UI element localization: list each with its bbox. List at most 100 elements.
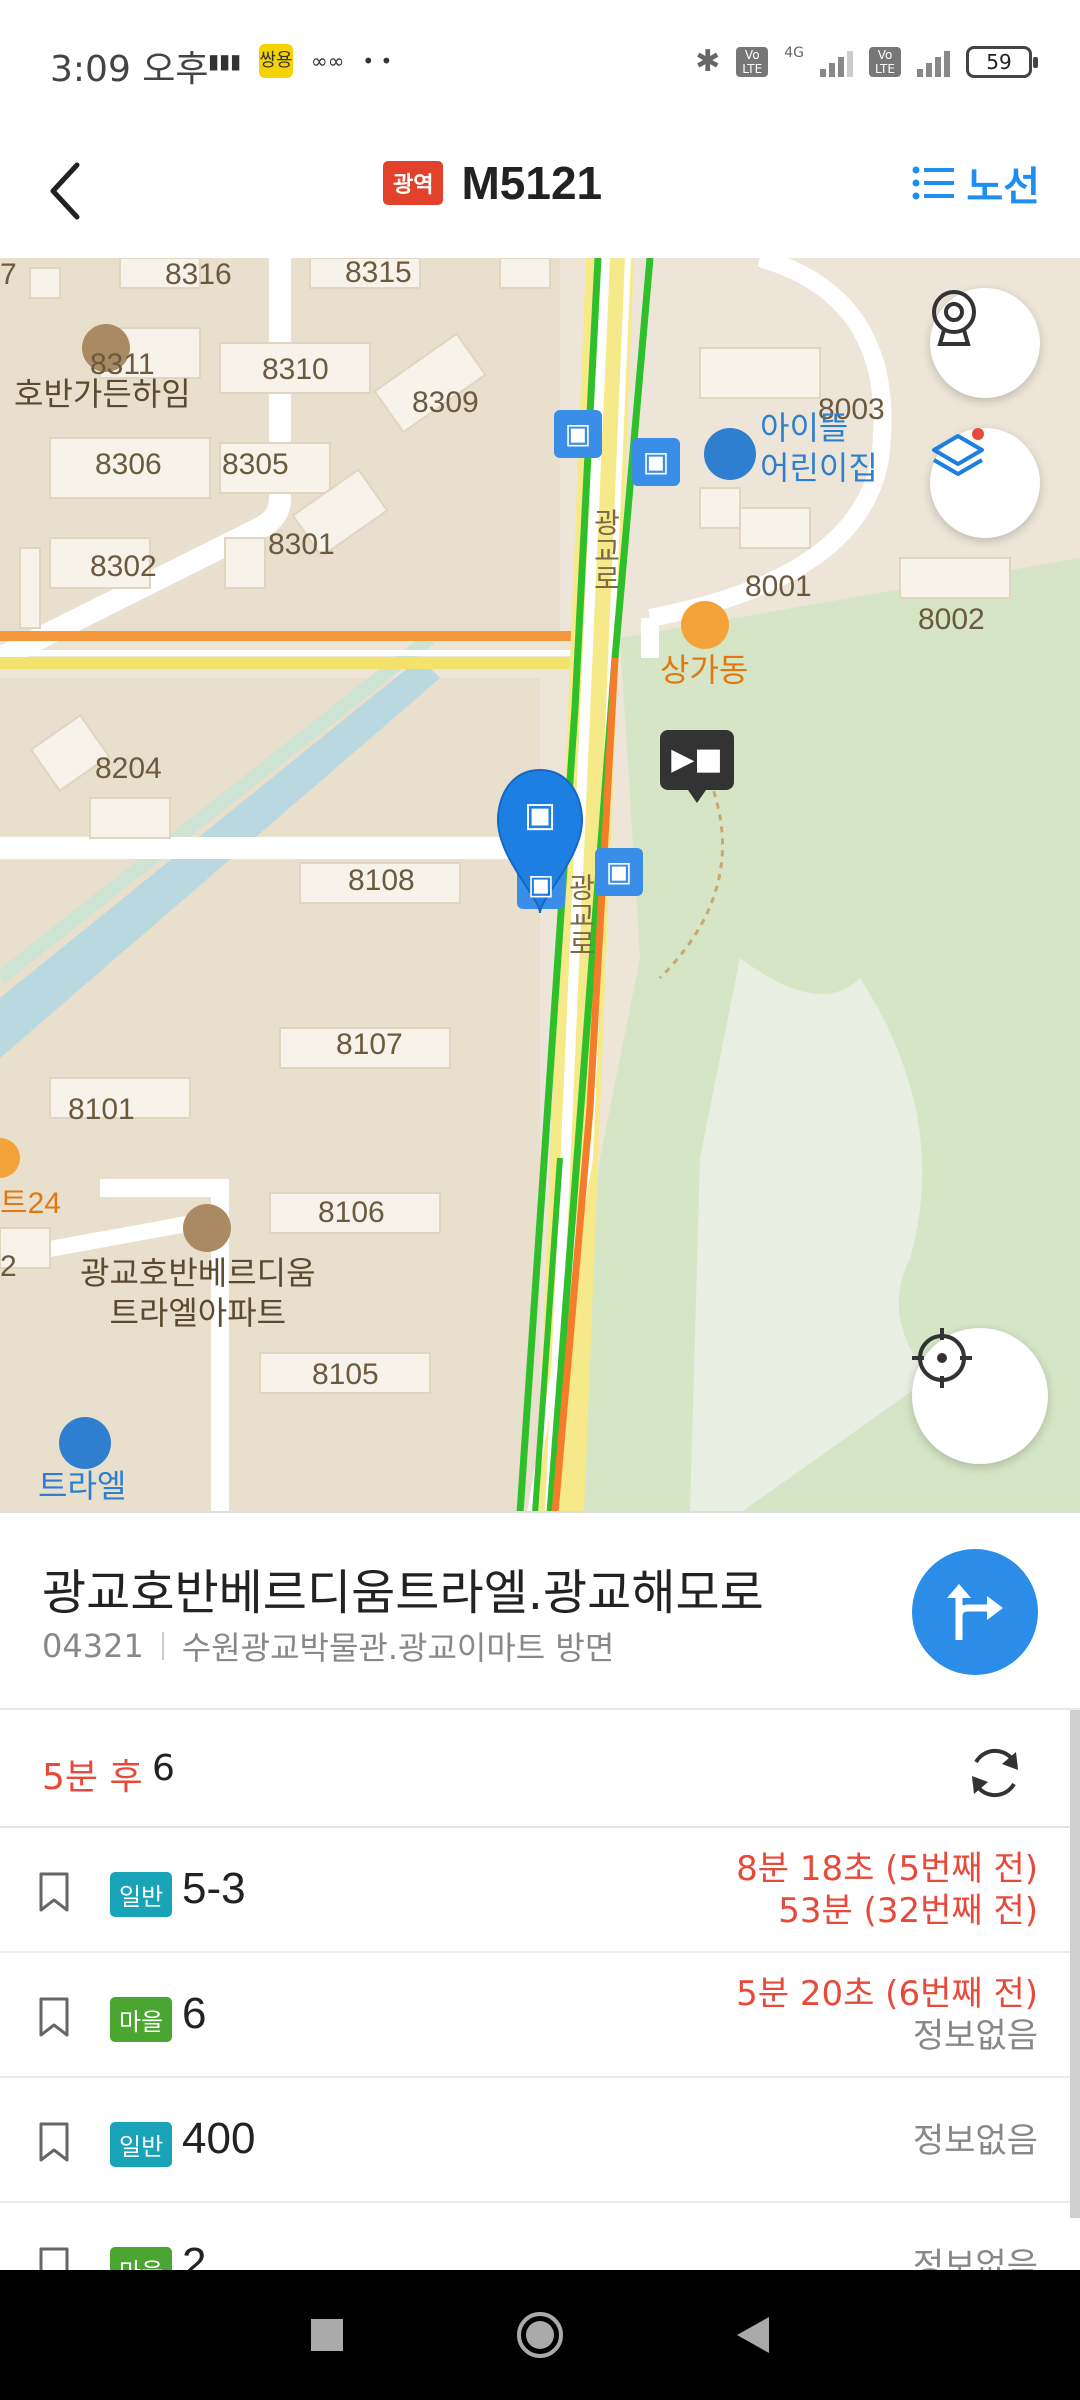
- map-building-label: 8310: [262, 353, 329, 386]
- sound-wave-icon: ▮▮▮: [208, 49, 242, 73]
- map-building-label: 8315: [345, 258, 412, 289]
- volte-icon: Vo LTE: [736, 46, 769, 77]
- route-list-button[interactable]: 노선: [912, 154, 1040, 212]
- chevron-left-icon: [50, 162, 80, 220]
- map-building-label: 8302: [90, 550, 157, 583]
- bus-row[interactable]: 일반 5-3 8분 18초 (5번째 전) 53분 (32번째 전): [0, 1828, 1080, 1953]
- selected-stop-pin-icon[interactable]: ▣: [513, 788, 567, 842]
- map-building-label: 8108: [348, 864, 415, 897]
- bookmark-icon[interactable]: [38, 1872, 70, 1912]
- app-header: 광역 M5121 노선: [0, 128, 1080, 258]
- layers-button[interactable]: [930, 428, 1040, 538]
- refresh-icon: [972, 1748, 1018, 1798]
- bus-stop-icon[interactable]: ▣: [632, 438, 680, 486]
- map-poi-apartment[interactable]: 호반가든하임: [14, 374, 191, 414]
- signal-icon-2: [917, 47, 950, 77]
- stop-info-panel: 광교호반베르디움트라엘.광교해모로 04321 수원광교박물관.광교이마트 방면: [0, 1513, 1080, 1710]
- recent-apps-button[interactable]: [309, 2317, 345, 2353]
- bookmark-icon[interactable]: [38, 2247, 70, 2270]
- carrier-app-icon: 쌍용: [259, 44, 294, 78]
- arrival-summary: 5분 후 6: [0, 1710, 1080, 1828]
- infinity-icon: ∞∞: [311, 49, 345, 73]
- map-building-label: 7: [0, 258, 17, 291]
- map-building-label: 8106: [318, 1196, 385, 1229]
- bus-number: 2: [182, 2239, 207, 2270]
- bus-stop-icon[interactable]: ▣: [595, 848, 643, 896]
- map-building-label: 8316: [165, 258, 232, 291]
- road-name-label-2: 광교로: [565, 873, 596, 957]
- directions-button[interactable]: [912, 1549, 1038, 1675]
- back-nav-button[interactable]: [735, 2315, 771, 2355]
- bus-type-badge: 일반: [110, 1872, 173, 1917]
- battery-indicator: 59: [966, 45, 1038, 78]
- map-building-label: 8301: [268, 528, 335, 561]
- bus-type-badge: 마을: [110, 1997, 173, 2042]
- back-button[interactable]: [30, 156, 100, 226]
- arrival-first: 정보없음: [912, 2246, 1038, 2270]
- road-name-label: 광교로: [590, 508, 621, 592]
- map-building-label: 8101: [68, 1093, 135, 1126]
- bus-stop-icon[interactable]: ▣: [517, 861, 565, 909]
- crosshair-icon: [912, 1328, 972, 1388]
- street-view-icon: [932, 290, 976, 346]
- map-building-label: 8105: [312, 1358, 379, 1391]
- bus-row[interactable]: 마을 2 정보없음: [0, 2203, 1080, 2270]
- stop-meta: 04321 수원광교박물관.광교이마트 방면: [42, 1623, 614, 1669]
- my-location-button[interactable]: [912, 1328, 1048, 1464]
- map-view[interactable]: 7 8316 8315 8311 8310 8309 8306 8305 830…: [0, 258, 1080, 1513]
- cctv-icon[interactable]: ▶■: [660, 730, 734, 790]
- bookmark-icon[interactable]: [38, 2122, 70, 2162]
- map-poi-bottom[interactable]: 트라엘: [38, 1466, 126, 1506]
- bus-row[interactable]: 일반 400 정보없음: [0, 2078, 1080, 2203]
- arrival-times: 8분 18초 (5번째 전) 53분 (32번째 전): [736, 1848, 1038, 1932]
- scrollbar[interactable]: [1070, 1710, 1080, 2218]
- home-button[interactable]: [515, 2310, 565, 2360]
- map-building-label: 8309: [412, 386, 479, 419]
- system-icons: ✱ Vo LTE 4G Vo LTE 59: [695, 44, 1038, 79]
- bus-number: 6: [182, 1989, 207, 2038]
- map-building-label: 8306: [95, 448, 162, 481]
- network-type: 4G: [784, 44, 804, 61]
- map-building-label: 8107: [336, 1028, 403, 1061]
- stop-direction: 수원광교박물관.광교이마트 방면: [181, 1629, 615, 1667]
- arrival-times: 5분 20초 (6번째 전) 정보없음: [736, 1973, 1038, 2057]
- map-poi-apartment-2[interactable]: 광교호반베르디움 트라엘아파트: [80, 1253, 316, 1333]
- notification-icons: ▮▮▮ 쌍용 ∞∞ • •: [208, 44, 392, 78]
- arrival-first: 5분 20초 (6번째 전): [736, 1974, 1038, 2014]
- volte-icon-2: Vo LTE: [869, 46, 901, 77]
- list-icon: [912, 166, 955, 200]
- directions-arrow-icon: [947, 1584, 1003, 1640]
- map-building-label: 8204: [95, 752, 162, 785]
- map-building-label: 8002: [918, 603, 985, 636]
- stop-id: 04321: [42, 1627, 144, 1665]
- bus-type-badge: 마을: [110, 2247, 173, 2270]
- street-view-button[interactable]: [930, 288, 1040, 398]
- stop-name: 광교호반베르디움트라엘.광교해모로: [42, 1565, 764, 1621]
- bus-type-badge: 일반: [110, 2122, 173, 2167]
- more-dots-icon: • •: [362, 49, 393, 73]
- route-name: M5121: [461, 157, 603, 209]
- arrival-second: 정보없음: [912, 2016, 1038, 2056]
- bookmark-icon[interactable]: [38, 1997, 70, 2037]
- map-building-label: 8305: [222, 448, 289, 481]
- map-building-label: 2: [0, 1250, 17, 1283]
- summary-route: 6: [152, 1748, 175, 1789]
- arrival-first: 8분 18초 (5번째 전): [736, 1849, 1038, 1889]
- map-poi-shopping[interactable]: 상가동: [660, 650, 748, 690]
- bus-number: 5-3: [182, 1864, 246, 1913]
- bus-stop-icon[interactable]: ▣: [554, 410, 602, 458]
- map-poi-kindergarten[interactable]: 아이뜰 어린이집: [760, 408, 878, 488]
- signal-icon: [820, 47, 853, 77]
- divider: [161, 1632, 164, 1660]
- bus-row[interactable]: 마을 6 5분 20초 (6번째 전) 정보없음: [0, 1953, 1080, 2078]
- refresh-button[interactable]: [960, 1738, 1030, 1808]
- map-poi-label: 트24: [0, 1187, 61, 1220]
- route-link-label: 노선: [966, 164, 1040, 210]
- arrival-first: 정보없음: [912, 2121, 1038, 2161]
- bus-list[interactable]: 일반 5-3 8분 18초 (5번째 전) 53분 (32번째 전) 마을 6 …: [0, 1828, 1080, 2270]
- bus-number: 400: [182, 2114, 256, 2163]
- summary-time: 5분 후: [42, 1757, 143, 1798]
- arrival-times: 정보없음: [913, 2120, 1038, 2162]
- bluetooth-icon: ✱: [695, 44, 721, 79]
- status-bar: 3:09 오후 ▮▮▮ 쌍용 ∞∞ • • ✱ Vo LTE 4G Vo LTE 5…: [0, 0, 1080, 128]
